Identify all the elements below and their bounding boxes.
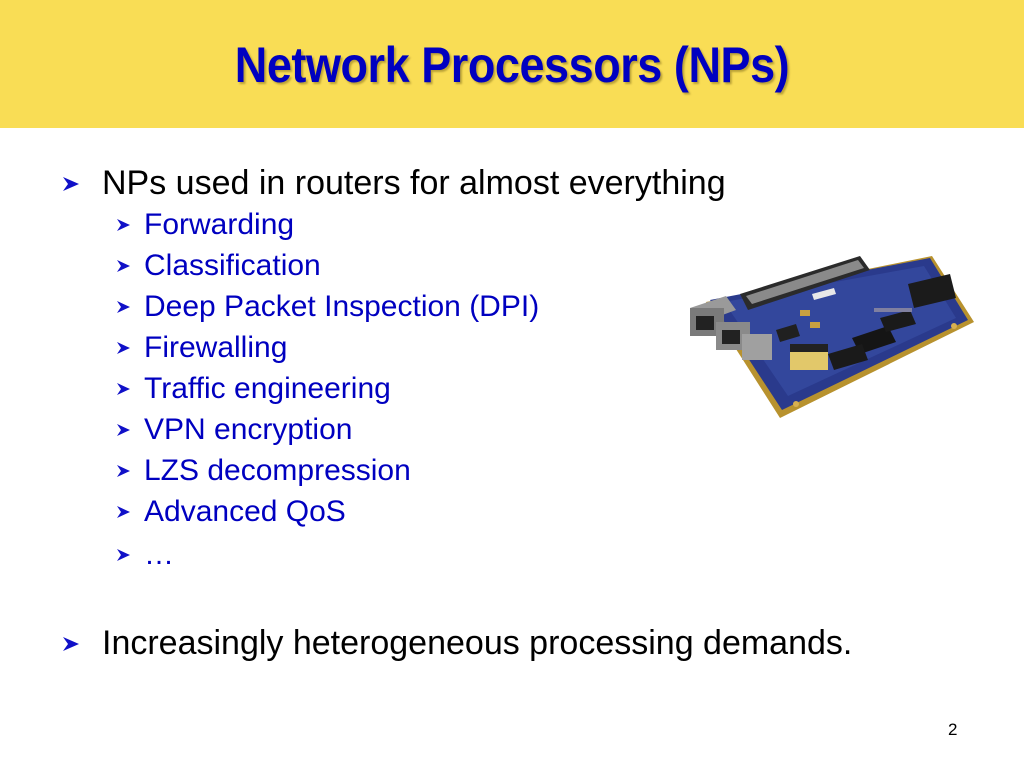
arrow-bullet-icon xyxy=(62,176,102,192)
arrow-bullet-icon xyxy=(116,505,144,519)
arrow-bullet-icon xyxy=(116,423,144,437)
sub-bullet-item: Firewalling xyxy=(116,331,287,365)
sub-bullet-item: Advanced QoS xyxy=(116,495,346,529)
arrow-bullet-icon xyxy=(116,300,144,314)
page-number: 2 xyxy=(948,720,958,739)
sub-bullet-text: LZS decompression xyxy=(144,454,411,487)
title-bar: Network Processors (NPs) xyxy=(0,0,1024,128)
sub-bullet-text: VPN encryption xyxy=(144,413,353,446)
sub-bullet-text: Advanced QoS xyxy=(144,495,346,528)
bullet-text: NPs used in routers for almost everythin… xyxy=(102,164,726,202)
bullet-item: Increasingly heterogeneous processing de… xyxy=(62,624,852,663)
sub-bullet-item: VPN encryption xyxy=(116,413,352,447)
arrow-bullet-icon xyxy=(116,341,144,355)
arrow-bullet-icon xyxy=(116,548,144,562)
sub-bullet-text: Traffic engineering xyxy=(144,372,391,405)
slide-title: Network Processors (NPs) xyxy=(234,37,790,93)
bullet-item: NPs used in routers for almost everythin… xyxy=(62,164,726,203)
arrow-bullet-icon xyxy=(116,464,144,478)
sub-bullet-text: Firewalling xyxy=(144,331,288,364)
bullet-text: Increasingly heterogeneous processing de… xyxy=(102,624,853,662)
sub-bullet-text: Classification xyxy=(144,249,321,282)
sub-bullet-item: … xyxy=(116,538,174,572)
sub-bullet-item: Classification xyxy=(116,249,321,283)
sub-bullet-item: Forwarding xyxy=(116,208,294,242)
arrow-bullet-icon xyxy=(116,259,144,273)
arrow-bullet-icon xyxy=(116,382,144,396)
sub-bullet-text: … xyxy=(144,538,174,571)
arrow-bullet-icon xyxy=(62,636,102,652)
sub-bullet-item: Traffic engineering xyxy=(116,372,391,406)
sub-bullet-item: LZS decompression xyxy=(116,454,411,488)
sub-bullet-item: Deep Packet Inspection (DPI) xyxy=(116,290,539,324)
arrow-bullet-icon xyxy=(116,218,144,232)
sub-bullet-text: Deep Packet Inspection (DPI) xyxy=(144,290,540,323)
sub-bullet-text: Forwarding xyxy=(144,208,295,241)
network-processor-board-image xyxy=(684,246,976,422)
